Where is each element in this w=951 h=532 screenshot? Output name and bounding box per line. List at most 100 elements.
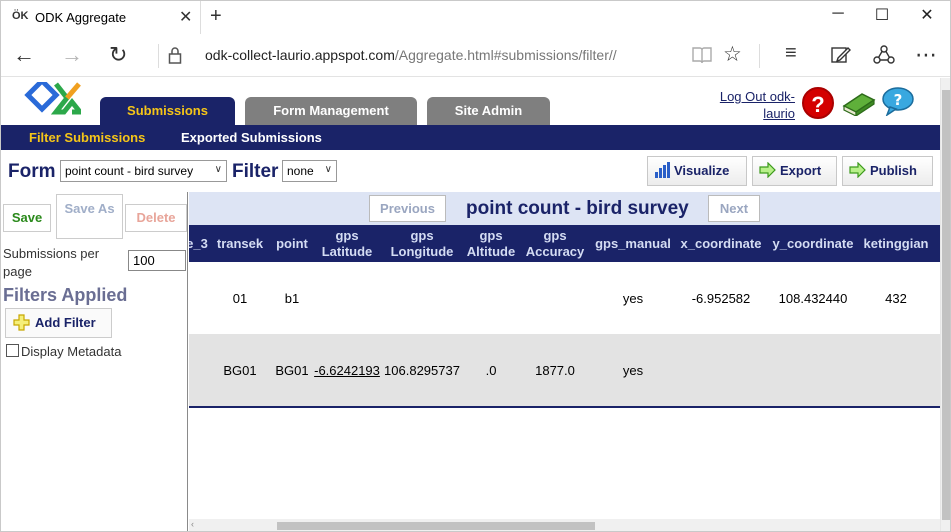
chat-help-icon[interactable]: ? (881, 86, 915, 117)
chevron-down-icon: ∨ (324, 164, 332, 175)
window-close-icon[interactable]: ✕ (912, 5, 942, 25)
scroll-left-icon[interactable]: ‹ (191, 519, 194, 529)
odk-favicon-icon: ÖK (12, 10, 29, 22)
logout-link[interactable]: Log Out odk-laurio (717, 88, 795, 122)
book-icon[interactable] (842, 90, 876, 118)
table-cell: 1877.0 (535, 362, 575, 378)
table-row[interactable]: BG01 BG01 -6.6242193 106.8295737 .0 1877… (189, 334, 940, 406)
address-bar[interactable]: odk-collect-laurio.appspot.com/Aggregate… (205, 47, 617, 63)
url-host: odk-collect-laurio.appspot.com (205, 47, 395, 63)
column-header[interactable]: x_coordinate (679, 225, 763, 262)
browser-titlebar: ÖK ODK Aggregate ✕ + ─ ☐ ✕ (1, 1, 950, 34)
subnav-bar: Filter Submissions Exported Submissions (1, 125, 940, 150)
column-header[interactable]: point (271, 225, 313, 262)
minimize-icon[interactable]: ─ (823, 5, 853, 23)
grid-bottom-border (189, 406, 940, 408)
export-button[interactable]: Export (752, 156, 837, 186)
table-cell (523, 262, 587, 334)
arrow-right-icon (759, 161, 776, 179)
reading-view-icon[interactable] (691, 44, 713, 71)
tab-submissions[interactable]: Submissions (100, 97, 235, 125)
per-page-label: Submissions per page (3, 246, 100, 279)
table-cell: yes (622, 290, 644, 306)
table-cell (464, 262, 518, 334)
delete-button[interactable]: Delete (125, 204, 187, 232)
back-icon[interactable]: ← (13, 42, 35, 68)
filter-select[interactable]: none ∨ (282, 160, 337, 182)
horizontal-scrollbar[interactable]: ‹ (189, 519, 940, 531)
favorite-star-icon[interactable]: ☆ (723, 42, 742, 67)
browser-navbar: ← → ↻ odk-collect-laurio.appspot.com/Agg… (1, 34, 950, 77)
table-cell (189, 262, 209, 334)
display-metadata-checkbox[interactable] (6, 344, 19, 357)
add-filter-button[interactable]: Add Filter (5, 308, 112, 338)
web-note-icon[interactable] (830, 44, 852, 71)
table-cell: BG01 (223, 362, 257, 378)
tab-form-management[interactable]: Form Management (245, 97, 417, 125)
tab-site-admin[interactable]: Site Admin (427, 97, 550, 125)
maximize-icon[interactable]: ☐ (867, 5, 897, 25)
share-icon[interactable] (873, 44, 895, 71)
subnav-filter-submissions[interactable]: Filter Submissions (29, 130, 145, 145)
horizontal-scroll-thumb[interactable] (277, 522, 595, 530)
table-cell: 01 (232, 290, 248, 306)
close-tab-icon[interactable]: ✕ (179, 7, 192, 27)
arrow-right-icon (849, 161, 866, 179)
browser-tab[interactable]: ÖK ODK Aggregate ✕ (1, 1, 201, 34)
new-tab-icon[interactable]: + (210, 5, 222, 28)
column-header[interactable]: y_coordinate (769, 225, 857, 262)
display-metadata-label: Display Metadata (21, 344, 122, 359)
more-icon[interactable]: ⋯ (915, 42, 937, 68)
per-page-input[interactable]: 100 (128, 250, 186, 271)
divider (759, 44, 760, 68)
svg-text:?: ? (894, 91, 903, 109)
table-cell: 432 (885, 290, 907, 306)
table-cell: BG01 (275, 362, 309, 378)
lock-icon (168, 46, 182, 69)
previous-button[interactable]: Previous (369, 195, 446, 222)
forward-icon[interactable]: → (61, 42, 83, 68)
next-button[interactable]: Next (708, 195, 760, 222)
visualize-button[interactable]: Visualize (647, 156, 747, 186)
add-filter-label: Add Filter (35, 315, 96, 330)
table-row[interactable]: 01 b1 yes -6.952582 108.432440 432 (189, 262, 940, 334)
subnav-exported-submissions[interactable]: Exported Submissions (181, 130, 322, 145)
column-header[interactable]: transek (214, 225, 266, 262)
table-cell (679, 334, 763, 406)
table-cell: -6.6242193 (314, 362, 380, 378)
vertical-scroll-thumb[interactable] (942, 90, 950, 520)
column-header[interactable]: gps_manual (592, 225, 674, 262)
publish-button[interactable]: Publish (842, 156, 933, 186)
page-content: Submissions Form Management Site Admin L… (1, 77, 940, 531)
column-header[interactable]: e_3 (189, 225, 209, 262)
table-cell (769, 334, 857, 406)
table-cell: .0 (485, 362, 497, 378)
table-cell (315, 262, 379, 334)
form-select-value: point count - bird survey (65, 164, 194, 178)
column-header[interactable]: gps Longitude (383, 225, 461, 262)
hub-icon[interactable]: ≡ (785, 42, 797, 65)
filter-select-value: none (287, 164, 314, 178)
table-cell (189, 334, 209, 406)
form-label: Form (8, 161, 56, 182)
grid-title: point count - bird survey (466, 198, 689, 219)
save-as-button[interactable]: Save As (56, 194, 123, 239)
table-cell: yes (622, 362, 644, 378)
table-cell (861, 334, 931, 406)
filter-label: Filter (232, 161, 279, 182)
form-select[interactable]: point count - bird survey ∨ (60, 160, 227, 182)
help-icon[interactable]: ? (802, 87, 834, 119)
column-header[interactable]: gps Altitude (464, 225, 518, 262)
column-header[interactable]: gps Latitude (315, 225, 379, 262)
odk-logo (23, 77, 86, 116)
grid-header: e_3 transek point gps Latitude gps Longi… (189, 225, 940, 262)
column-header[interactable]: gps Accuracy (523, 225, 587, 262)
filter-panel: Save Save As Delete Submissions per page… (1, 192, 188, 531)
vertical-scrollbar[interactable] (940, 78, 950, 531)
save-button[interactable]: Save (3, 204, 51, 232)
divider (158, 44, 159, 68)
column-header[interactable]: ketinggian (861, 225, 931, 262)
publish-label: Publish (870, 163, 917, 178)
refresh-icon[interactable]: ↻ (109, 42, 127, 68)
browser-tab-title: ODK Aggregate (35, 10, 127, 25)
